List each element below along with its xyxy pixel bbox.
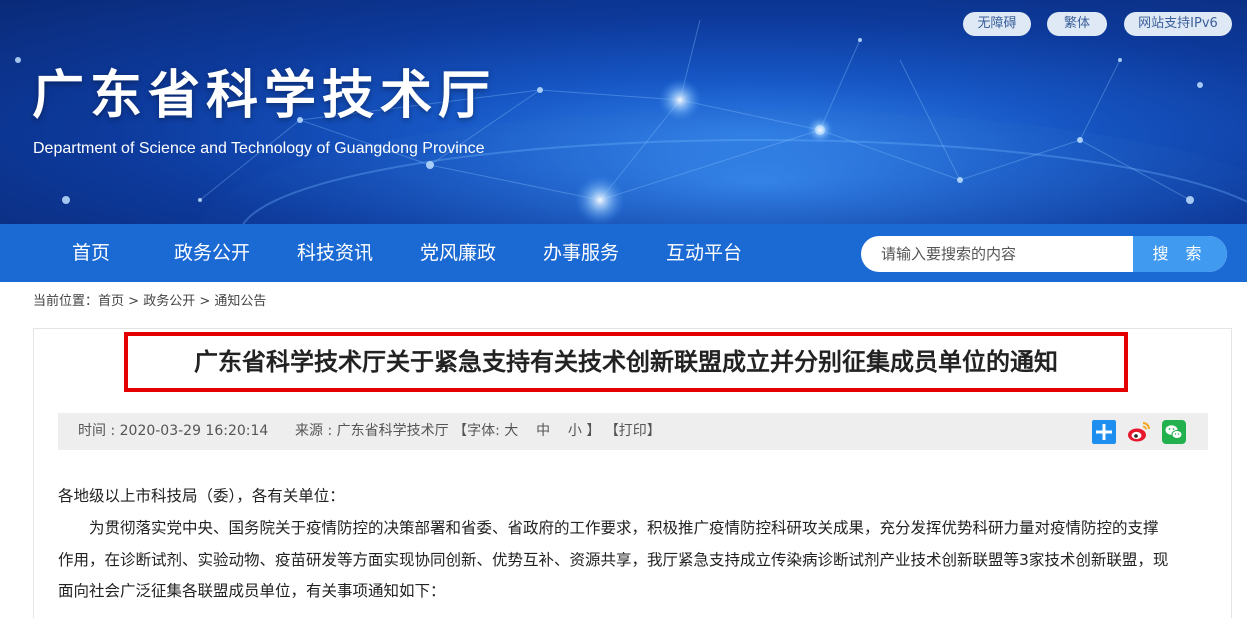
search-box: 搜 索 — [861, 236, 1227, 272]
article-meta: 时间 : 2020-03-29 16:20:14 来源 : 广东省科学技术厅 【… — [78, 413, 661, 450]
search-button[interactable]: 搜 索 — [1133, 236, 1227, 272]
source-label: 来源 : — [295, 423, 337, 439]
nav-item-tech-news[interactable]: 科技资讯 — [297, 224, 373, 282]
accessibility-link[interactable]: 无障碍 — [963, 12, 1031, 36]
breadcrumb-home[interactable]: 首页 — [98, 294, 124, 309]
nav-item-government-affairs[interactable]: 政务公开 — [174, 224, 250, 282]
font-size-small[interactable]: 小 — [568, 423, 582, 439]
search-input[interactable] — [861, 236, 1133, 272]
ipv6-support-link[interactable]: 网站支持IPv6 — [1124, 12, 1232, 36]
font-size-medium[interactable]: 中 — [536, 423, 550, 439]
font-size-close: 】 — [581, 423, 601, 439]
article-meta-bar: 时间 : 2020-03-29 16:20:14 来源 : 广东省科学技术厅 【… — [58, 413, 1208, 450]
article-paragraph-line: 面向社会广泛征集各联盟成员单位，有关事项通知如下： — [58, 582, 446, 600]
nav-item-home[interactable]: 首页 — [72, 224, 110, 282]
print-button[interactable]: 【打印】 — [605, 423, 661, 439]
header-banner: 广东省科学技术厅 Department of Science and Techn… — [0, 0, 1247, 224]
weibo-icon[interactable] — [1127, 420, 1151, 444]
source-value: 广东省科学技术厅 — [336, 423, 449, 439]
plus-share-icon[interactable] — [1092, 420, 1116, 444]
breadcrumb-separator: > — [124, 294, 144, 309]
publish-time: 2020-03-29 16:20:14 — [119, 423, 269, 439]
site-subtitle: Department of Science and Technology of … — [33, 140, 485, 157]
nav-item-interaction[interactable]: 互动平台 — [666, 224, 742, 282]
breadcrumb: 当前位置：首页 > 政务公开 > 通知公告 — [33, 292, 266, 312]
breadcrumb-notices[interactable]: 通知公告 — [214, 294, 266, 309]
breadcrumb-prefix: 当前位置： — [33, 294, 99, 309]
traditional-chinese-link[interactable]: 繁体 — [1047, 12, 1107, 36]
site-title: 广东省科学技术厅 — [32, 66, 497, 126]
article-paragraph-line: 为贯彻落实党中央、国务院关于疫情防控的决策部署和省委、省政府的工作要求，积极推广… — [89, 519, 1159, 537]
time-label: 时间 : — [78, 423, 120, 439]
wechat-icon[interactable] — [1162, 420, 1186, 444]
font-size-large[interactable]: 大 — [504, 423, 518, 439]
article-paragraph-line: 作用，在诊断试剂、实验动物、疫苗研发等方面实现协同创新、优势互补、资源共享，我厅… — [58, 551, 1169, 569]
nav-item-party-integrity[interactable]: 党风廉政 — [420, 224, 496, 282]
nav-item-services[interactable]: 办事服务 — [543, 224, 619, 282]
article-salutation: 各地级以上市科技局（委），各有关单位： — [58, 487, 345, 505]
breadcrumb-separator: > — [195, 294, 215, 309]
font-size-open: 【字体: — [453, 423, 505, 439]
breadcrumb-government-affairs[interactable]: 政务公开 — [143, 294, 195, 309]
article-title: 广东省科学技术厅关于紧急支持有关技术创新联盟成立并分别征集成员单位的通知 — [194, 348, 1058, 376]
